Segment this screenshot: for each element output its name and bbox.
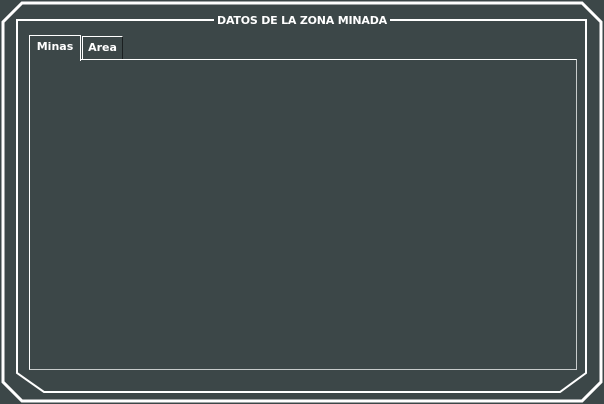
tab-minas[interactable]: Minas (29, 35, 81, 61)
tab-area[interactable]: Area (82, 36, 123, 59)
panel-title: DATOS DE LA ZONA MINADA (214, 12, 390, 30)
tab-content-area (29, 59, 577, 370)
